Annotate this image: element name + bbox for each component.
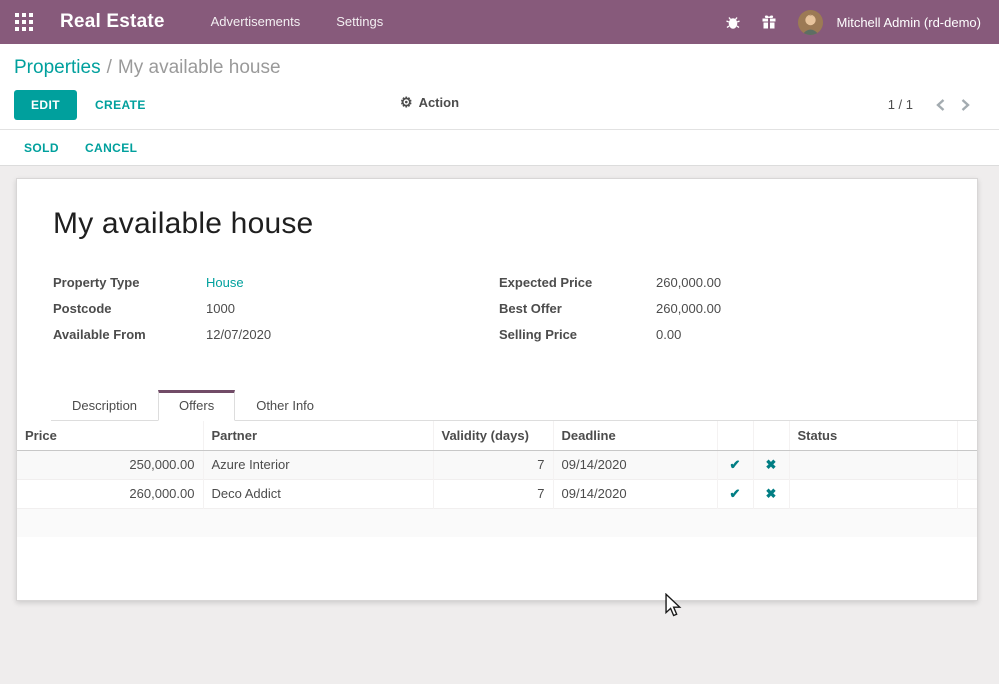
column-header-deadline[interactable]: Deadline (553, 421, 717, 450)
gear-icon: ⚙ (400, 94, 413, 111)
pager: 1 / 1 (888, 97, 971, 112)
create-button[interactable]: CREATE (95, 98, 146, 112)
pager-previous-icon[interactable] (935, 98, 946, 112)
pager-next-icon[interactable] (960, 98, 971, 112)
apps-menu-icon[interactable] (0, 0, 48, 44)
avatar[interactable] (798, 10, 823, 35)
debug-bug-icon[interactable] (718, 0, 748, 44)
offer-status (789, 450, 957, 479)
field-selling-price: Selling Price 0.00 (499, 327, 945, 342)
offer-partner: Deco Addict (203, 479, 433, 508)
offer-validity: 7 (433, 479, 553, 508)
tab-description[interactable]: Description (51, 390, 158, 421)
offer-deadline: 09/14/2020 (553, 450, 717, 479)
field-value-postcode: 1000 (206, 301, 235, 316)
offer-price: 260,000.00 (17, 479, 203, 508)
offer-deadline: 09/14/2020 (553, 479, 717, 508)
offer-status (789, 479, 957, 508)
column-header-spacer (957, 421, 977, 450)
field-available-from: Available From 12/07/2020 (53, 327, 499, 342)
tab-other-info[interactable]: Other Info (235, 390, 335, 421)
fields-right-column: Expected Price 260,000.00 Best Offer 260… (499, 275, 945, 353)
column-header-price[interactable]: Price (17, 421, 203, 450)
field-label-available-from: Available From (53, 327, 206, 342)
sold-button[interactable]: SOLD (24, 141, 59, 155)
accept-offer-icon[interactable]: ✔ (730, 486, 741, 501)
statusbar: SOLD CANCEL (0, 130, 999, 166)
accept-offer-icon[interactable]: ✔ (730, 457, 741, 472)
offer-partner: Azure Interior (203, 450, 433, 479)
offers-header-row: Price Partner Validity (days) Deadline S… (17, 421, 977, 450)
column-header-validity[interactable]: Validity (days) (433, 421, 553, 450)
content-area: My available house Property Type House P… (0, 166, 999, 648)
form-sheet: My available house Property Type House P… (16, 178, 978, 601)
field-label-expected-price: Expected Price (499, 275, 656, 290)
column-header-refuse (753, 421, 789, 450)
breadcrumb-current: My available house (118, 57, 281, 78)
offer-row[interactable]: 250,000.00 Azure Interior 7 09/14/2020 ✔… (17, 450, 977, 479)
field-value-selling-price: 0.00 (656, 327, 681, 342)
field-label-selling-price: Selling Price (499, 327, 656, 342)
edit-button[interactable]: EDIT (14, 90, 77, 120)
cancel-button[interactable]: CANCEL (85, 141, 137, 155)
refuse-offer-icon[interactable]: ✖ (766, 486, 777, 501)
gift-icon[interactable] (754, 0, 784, 44)
menu-settings[interactable]: Settings (318, 0, 401, 44)
field-value-expected-price: 260,000.00 (656, 275, 721, 290)
user-menu[interactable]: Mitchell Admin (rd-demo) (837, 15, 982, 30)
refuse-offer-icon[interactable]: ✖ (766, 457, 777, 472)
control-panel: Properties / My available house EDIT CREAT… (0, 44, 999, 130)
offer-validity: 7 (433, 450, 553, 479)
breadcrumb-properties-link[interactable]: Properties (14, 57, 101, 78)
field-label-best-offer: Best Offer (499, 301, 656, 316)
column-header-accept (717, 421, 753, 450)
fields-left-column: Property Type House Postcode 1000 Availa… (53, 275, 499, 353)
column-header-partner[interactable]: Partner (203, 421, 433, 450)
app-name[interactable]: Real Estate (60, 11, 165, 33)
tab-offers[interactable]: Offers (158, 390, 235, 421)
action-menu[interactable]: ⚙ Action (400, 94, 459, 111)
field-property-type: Property Type House (53, 275, 499, 290)
field-value-best-offer: 260,000.00 (656, 301, 721, 316)
field-best-offer: Best Offer 260,000.00 (499, 301, 945, 316)
offer-row[interactable]: 260,000.00 Deco Addict 7 09/14/2020 ✔ ✖ (17, 479, 977, 508)
breadcrumb-separator: / (107, 57, 112, 78)
top-navbar: Real Estate Advertisements Settings (0, 0, 999, 44)
notebook-tabs: Description Offers Other Info (51, 390, 979, 421)
field-value-property-type[interactable]: House (206, 275, 244, 290)
record-title: My available house (53, 207, 977, 241)
offer-price: 250,000.00 (17, 450, 203, 479)
field-label-postcode: Postcode (53, 301, 206, 316)
action-menu-label: Action (419, 95, 459, 110)
field-value-available-from: 12/07/2020 (206, 327, 271, 342)
field-expected-price: Expected Price 260,000.00 (499, 275, 945, 290)
empty-row-stripe (17, 509, 977, 537)
offers-table: Price Partner Validity (days) Deadline S… (17, 421, 977, 509)
pager-count: 1 / 1 (888, 97, 913, 112)
field-postcode: Postcode 1000 (53, 301, 499, 316)
field-label-property-type: Property Type (53, 275, 206, 290)
field-group: Property Type House Postcode 1000 Availa… (53, 275, 977, 353)
menu-advertisements[interactable]: Advertisements (193, 0, 319, 44)
breadcrumb: Properties / My available house (14, 55, 983, 81)
column-header-status[interactable]: Status (789, 421, 957, 450)
